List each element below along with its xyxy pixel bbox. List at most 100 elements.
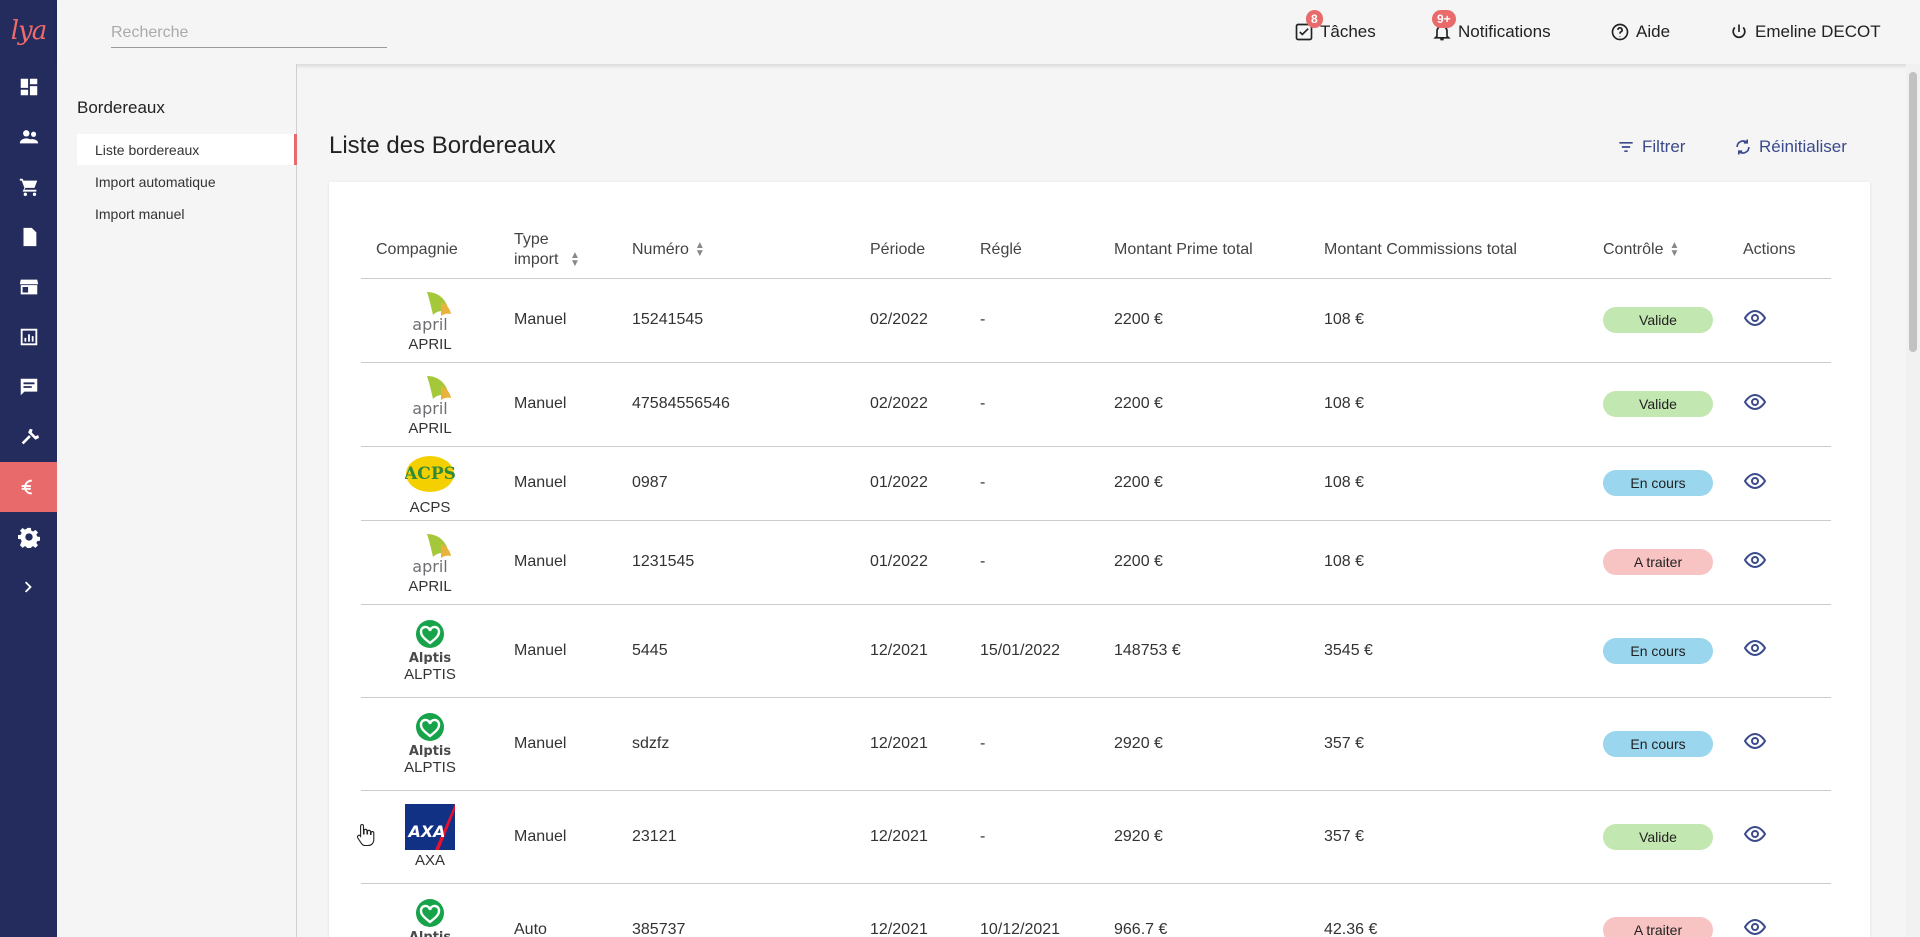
- page-title: Liste des Bordereaux: [329, 132, 556, 159]
- bordereaux-card: Compagnie Type import ▲ ▼ Numéro ▲ ▼ Période…: [329, 182, 1870, 937]
- table-row: AlptisALPTISAuto38573712/202110/12/20219…: [361, 883, 1831, 937]
- filter-button[interactable]: Filtrer: [1616, 132, 1685, 162]
- cell-actions: [1728, 604, 1831, 698]
- search-input[interactable]: [111, 18, 387, 47]
- col-numero[interactable]: Numéro ▲ ▼: [617, 222, 855, 279]
- bordereaux-table: Compagnie Type import ▲ ▼ Numéro ▲ ▼ Période…: [361, 222, 1831, 937]
- hand-cursor-icon: [356, 823, 375, 847]
- cell-actions: [1728, 883, 1831, 937]
- table-header-row: Compagnie Type import ▲ ▼ Numéro ▲ ▼ Période…: [361, 222, 1831, 279]
- cell-montant-commissions: 108 €: [1309, 446, 1588, 521]
- col-montant-prime: Montant Prime total: [1099, 222, 1309, 279]
- view-button[interactable]: [1743, 825, 1767, 850]
- nav-commissions[interactable]: [0, 462, 57, 512]
- cell-actions: [1728, 697, 1831, 791]
- svg-text:april: april: [412, 399, 447, 418]
- cell-montant-commissions: 108 €: [1309, 278, 1588, 363]
- table-row: AXA AXA Manuel 23121 12/2021-2920 €357 € Vali…: [361, 790, 1831, 884]
- subnav-item-import-manuel[interactable]: Import manuel: [77, 198, 297, 229]
- cell-actions: [1728, 278, 1831, 363]
- nav-expand[interactable]: [0, 562, 57, 612]
- nav-documents[interactable]: [0, 212, 57, 262]
- view-button[interactable]: [1743, 393, 1767, 418]
- page-scrollbar[interactable]: [1906, 64, 1920, 937]
- table-row: april APRIL Manuel 1231545 01/2022-2200 €108…: [361, 520, 1831, 605]
- view-button[interactable]: [1743, 732, 1767, 757]
- subnav-item-liste-bordereaux[interactable]: Liste bordereaux: [77, 134, 297, 165]
- refresh-icon: [1736, 139, 1750, 155]
- cell-montant-prime: 966.7 €: [1099, 883, 1309, 937]
- scrollbar-thumb[interactable]: [1909, 72, 1917, 352]
- cell-company: april APRIL: [361, 278, 499, 363]
- cell-regle: -: [965, 697, 1099, 791]
- table-row: april APRIL Manuel 47584556546 02/2022-2200 …: [361, 362, 1831, 447]
- user-logout-button[interactable]: Emeline DECOT: [1729, 0, 1881, 64]
- nav-cart[interactable]: [0, 162, 57, 212]
- nav-rail: lya: [0, 0, 57, 937]
- col-type-import[interactable]: Type import ▲ ▼: [499, 222, 617, 279]
- nav-store[interactable]: [0, 262, 57, 312]
- col-regle: Réglé: [965, 222, 1099, 279]
- nav-dashboard[interactable]: [0, 62, 57, 112]
- search-field[interactable]: [111, 18, 387, 48]
- cell-numero: 5445: [617, 604, 855, 698]
- cell-periode: 12/2021: [855, 883, 965, 937]
- cell-type-import: Manuel: [499, 604, 617, 698]
- view-button[interactable]: [1743, 918, 1767, 937]
- cell-montant-commissions: 42.36 €: [1309, 883, 1588, 937]
- cell-controle: Valide: [1588, 362, 1728, 447]
- cell-company: AXA AXA: [361, 790, 499, 884]
- reset-button[interactable]: Réinitialiser: [1733, 132, 1847, 162]
- company-name: ALPTIS: [404, 759, 456, 776]
- subnav-item-import-automatique[interactable]: Import automatique: [77, 166, 297, 197]
- eye-icon: [1743, 918, 1767, 936]
- tasks-button[interactable]: Tâches 8: [1294, 0, 1376, 64]
- notifications-button[interactable]: Notifications 9+: [1432, 0, 1551, 64]
- cart-icon: [19, 178, 37, 196]
- sort-icon[interactable]: ▲ ▼: [695, 240, 705, 258]
- svg-text:april: april: [412, 557, 447, 576]
- company-logo: Alptis: [405, 897, 455, 937]
- cell-montant-commissions: 357 €: [1309, 790, 1588, 884]
- eye-icon: [1743, 551, 1767, 568]
- user-name: Emeline DECOT: [1755, 22, 1881, 41]
- cell-periode: 02/2022: [855, 362, 965, 447]
- cell-controle: En cours: [1588, 446, 1728, 521]
- nav-tools[interactable]: [0, 412, 57, 462]
- cell-numero: 47584556546: [617, 362, 855, 447]
- company-name: APRIL: [408, 335, 452, 353]
- view-button[interactable]: [1743, 472, 1767, 497]
- company-logo: april: [405, 372, 455, 418]
- people-icon: [19, 130, 38, 144]
- nav-people[interactable]: [0, 112, 57, 162]
- col-periode: Période: [855, 222, 965, 279]
- notifications-label: Notifications: [1458, 22, 1551, 41]
- nav-messages[interactable]: [0, 362, 57, 412]
- sort-icon[interactable]: ▲ ▼: [1669, 240, 1679, 258]
- nav-stats[interactable]: [0, 312, 57, 362]
- cell-type-import: Manuel: [499, 790, 617, 884]
- help-button[interactable]: Aide: [1610, 0, 1670, 64]
- cell-type-import: Manuel: [499, 278, 617, 363]
- subnav-title: Bordereaux: [77, 98, 165, 117]
- status-badge: En cours: [1603, 730, 1713, 757]
- cell-type-import: Manuel: [499, 362, 617, 447]
- status-badge: A traiter: [1603, 549, 1713, 575]
- col-actions: Actions: [1728, 222, 1831, 279]
- cell-controle: A traiter: [1588, 883, 1728, 937]
- cell-numero: 0987: [617, 446, 855, 521]
- cell-type-import: Manuel: [499, 446, 617, 521]
- company-logo: AXA: [405, 804, 455, 850]
- view-button[interactable]: [1743, 639, 1767, 664]
- cell-periode: 01/2022: [855, 446, 965, 521]
- svg-text:Alptis: Alptis: [409, 930, 451, 937]
- app-logo[interactable]: lya: [0, 0, 57, 62]
- nav-settings[interactable]: [0, 512, 57, 562]
- status-badge: Valide: [1603, 307, 1713, 333]
- sort-icon[interactable]: ▲ ▼: [570, 250, 580, 268]
- cell-numero: 385737: [617, 883, 855, 937]
- company-name: ALPTIS: [404, 666, 456, 683]
- view-button[interactable]: [1743, 309, 1767, 334]
- view-button[interactable]: [1743, 551, 1767, 576]
- col-controle[interactable]: Contrôle ▲ ▼: [1588, 222, 1728, 279]
